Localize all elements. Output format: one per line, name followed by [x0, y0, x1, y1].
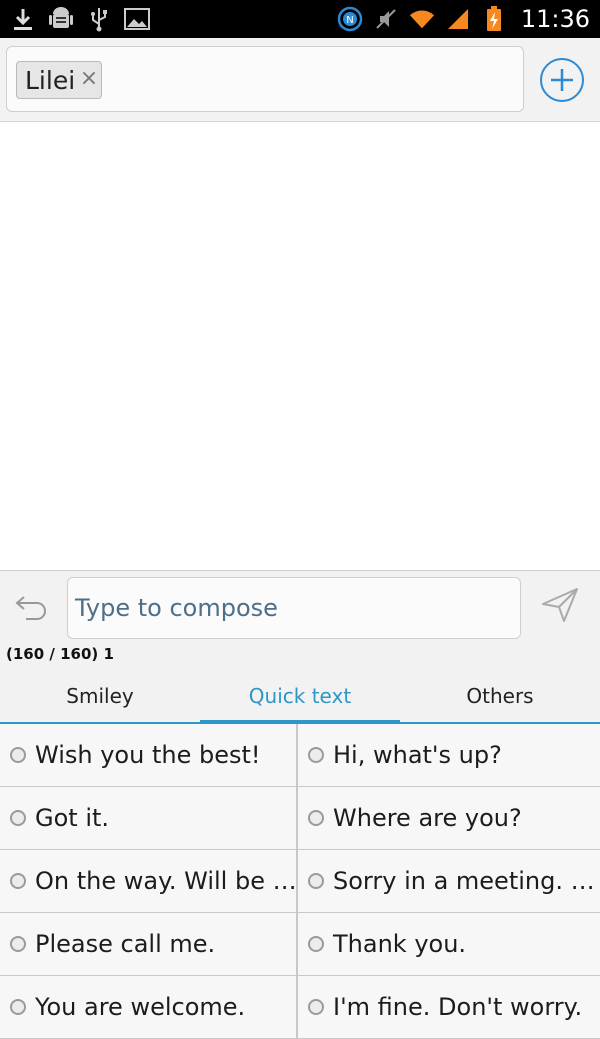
- radio-icon: [10, 810, 26, 826]
- radio-icon: [308, 873, 324, 889]
- wifi-icon: [409, 6, 435, 32]
- send-button[interactable]: [540, 585, 584, 629]
- download-icon: [10, 6, 36, 32]
- quick-text-label: Where are you?: [333, 804, 522, 832]
- quick-text-item[interactable]: Wish you the best!: [0, 724, 298, 787]
- chip-remove-icon[interactable]: ×: [80, 66, 98, 91]
- android-debug-icon: [48, 6, 74, 32]
- quick-text-item[interactable]: Got it.: [0, 787, 298, 850]
- quick-text-item[interactable]: Where are you?: [298, 787, 600, 850]
- quick-text-label: Sorry in a meeting. …: [333, 867, 595, 895]
- radio-icon: [308, 999, 324, 1015]
- undo-button[interactable]: [14, 591, 54, 627]
- status-bar-notifications: [10, 0, 150, 38]
- quick-text-grid: Wish you the best! Hi, what's up? Got it…: [0, 724, 600, 1039]
- send-icon: [542, 588, 578, 622]
- compose-input[interactable]: Type to compose: [67, 577, 521, 639]
- radio-icon: [10, 936, 26, 952]
- quick-text-label: Wish you the best!: [35, 741, 261, 769]
- tab-others[interactable]: Others: [400, 670, 600, 722]
- status-time: 11:36: [520, 5, 590, 33]
- quick-text-item[interactable]: On the way. Will be …: [0, 850, 298, 913]
- recipient-chip[interactable]: Lilei ×: [16, 61, 103, 99]
- compose-bar: Type to compose (160 / 160) 1: [0, 570, 600, 671]
- quick-text-label: You are welcome.: [35, 993, 246, 1021]
- radio-icon: [308, 936, 324, 952]
- svg-text:N: N: [346, 15, 353, 26]
- quick-text-item[interactable]: Sorry in a meeting. …: [298, 850, 600, 913]
- status-bar: N 11:36: [0, 0, 600, 38]
- radio-icon: [10, 873, 26, 889]
- quick-text-item[interactable]: Hi, what's up?: [298, 724, 600, 787]
- quick-text-label: Got it.: [35, 804, 110, 832]
- plus-icon: [551, 69, 573, 91]
- quick-text-label: Please call me.: [35, 930, 216, 958]
- image-icon: [124, 6, 150, 32]
- quick-text-label: I'm fine. Don't worry.: [333, 993, 583, 1021]
- radio-icon: [10, 999, 26, 1015]
- message-list: [0, 122, 600, 570]
- radio-icon: [308, 747, 324, 763]
- quick-text-item[interactable]: Please call me.: [0, 913, 298, 976]
- character-counter: (160 / 160) 1: [6, 645, 114, 663]
- usb-icon: [86, 6, 112, 32]
- tab-smiley[interactable]: Smiley: [0, 670, 200, 722]
- nfc-icon: N: [337, 6, 363, 32]
- recipient-chip-label: Lilei: [25, 65, 76, 95]
- undo-icon: [15, 596, 46, 620]
- mute-icon: [373, 6, 399, 32]
- signal-icon: [445, 6, 471, 32]
- insert-tabs: Smiley Quick text Others: [0, 670, 600, 724]
- quick-text-label: On the way. Will be …: [35, 867, 297, 895]
- quick-text-label: Hi, what's up?: [333, 741, 502, 769]
- recipient-input[interactable]: Lilei ×: [6, 46, 524, 112]
- quick-text-item[interactable]: Thank you.: [298, 913, 600, 976]
- tab-quick-text[interactable]: Quick text: [200, 670, 400, 724]
- compose-placeholder: Type to compose: [75, 594, 278, 622]
- quick-text-item[interactable]: I'm fine. Don't worry.: [298, 976, 600, 1039]
- radio-icon: [10, 747, 26, 763]
- add-recipient-button[interactable]: [540, 58, 584, 102]
- quick-text-item[interactable]: You are welcome.: [0, 976, 298, 1039]
- quick-text-label: Thank you.: [333, 930, 467, 958]
- battery-charging-icon: [481, 6, 507, 32]
- radio-icon: [308, 810, 324, 826]
- recipient-area: Lilei ×: [0, 38, 600, 122]
- status-bar-system: N 11:36: [337, 0, 590, 38]
